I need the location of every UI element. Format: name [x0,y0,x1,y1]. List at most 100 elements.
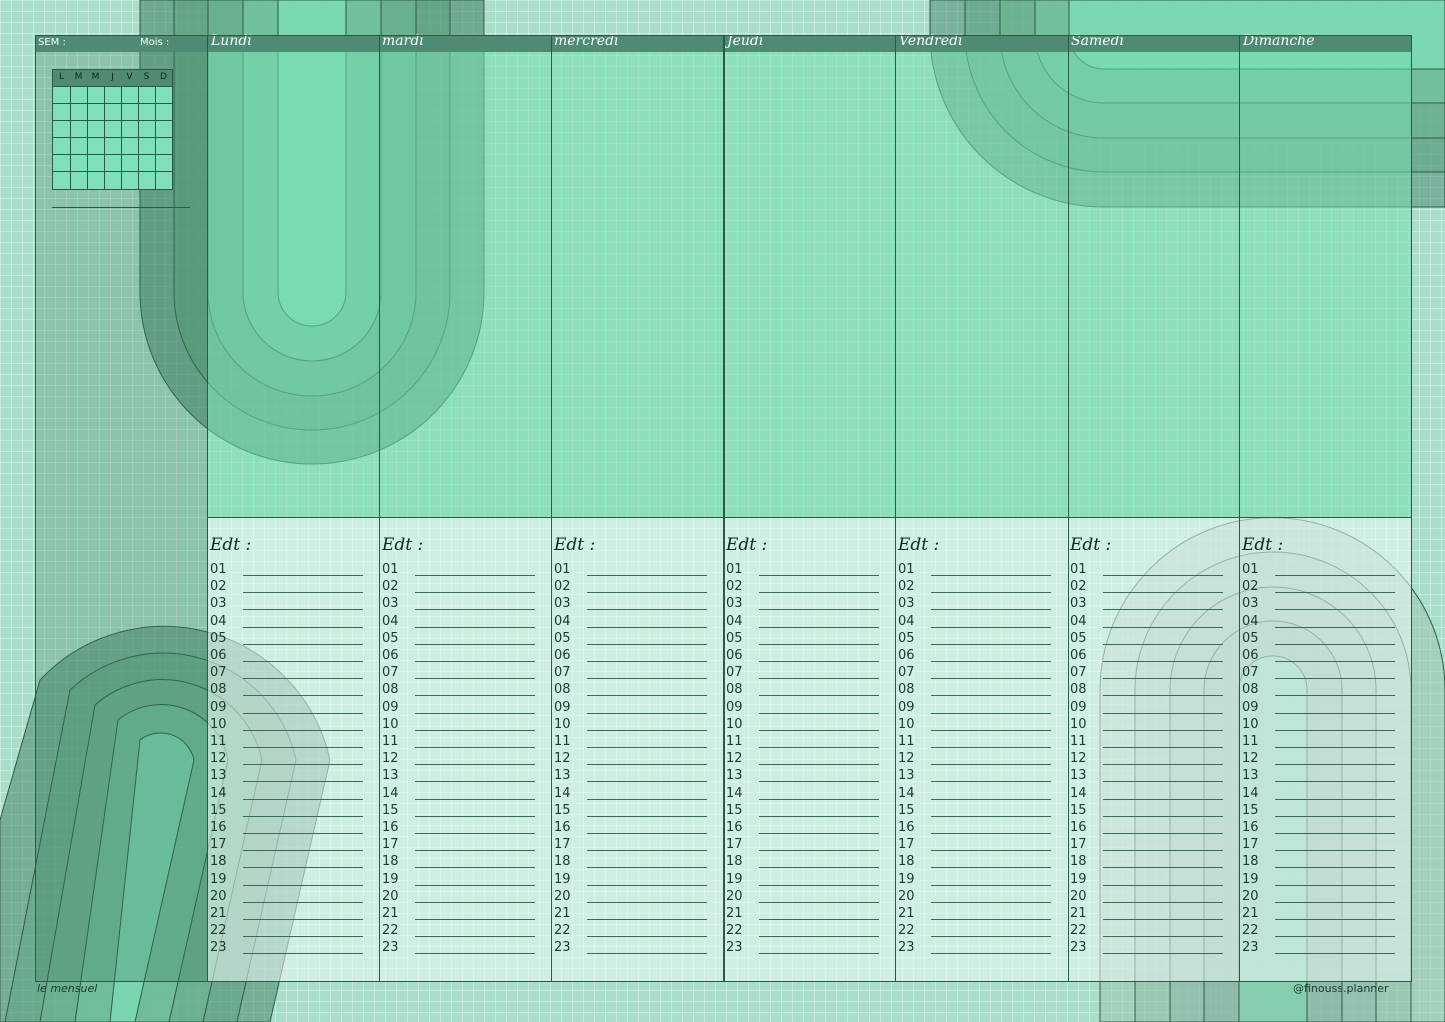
hour-row[interactable]: 01 [210,562,365,579]
hour-row[interactable]: 05 [554,631,709,648]
hour-row[interactable]: 15 [898,803,1053,820]
hour-row[interactable]: 16 [1242,820,1397,837]
hour-row[interactable]: 21 [1242,906,1397,923]
hour-row[interactable]: 11 [1242,734,1397,751]
hour-row[interactable]: 23 [1242,940,1397,957]
hour-row[interactable]: 15 [554,803,709,820]
hour-row[interactable]: 15 [382,803,537,820]
hour-row[interactable]: 22 [898,923,1053,940]
hour-row[interactable]: 21 [554,906,709,923]
hour-row[interactable]: 12 [898,751,1053,768]
hour-row[interactable]: 06 [382,648,537,665]
hour-row[interactable]: 22 [210,923,365,940]
hour-row[interactable]: 18 [1070,854,1225,871]
hour-row[interactable]: 22 [1242,923,1397,940]
hour-row[interactable]: 06 [210,648,365,665]
hour-row[interactable]: 19 [382,872,537,889]
hour-row[interactable]: 23 [210,940,365,957]
hour-row[interactable]: 17 [898,837,1053,854]
hour-row[interactable]: 04 [1242,614,1397,631]
hour-row[interactable]: 05 [382,631,537,648]
hour-row[interactable]: 09 [1242,700,1397,717]
hour-row[interactable]: 17 [726,837,881,854]
hour-row[interactable]: 16 [210,820,365,837]
hour-row[interactable]: 12 [554,751,709,768]
hour-row[interactable]: 10 [898,717,1053,734]
hour-row[interactable]: 09 [382,700,537,717]
hour-row[interactable]: 16 [898,820,1053,837]
hour-row[interactable]: 07 [210,665,365,682]
hour-row[interactable]: 23 [726,940,881,957]
hour-row[interactable]: 17 [1070,837,1225,854]
hour-row[interactable]: 06 [1070,648,1225,665]
hour-row[interactable]: 23 [554,940,709,957]
hour-row[interactable]: 05 [210,631,365,648]
hour-row[interactable]: 20 [554,889,709,906]
hour-row[interactable]: 11 [1070,734,1225,751]
hour-row[interactable]: 18 [382,854,537,871]
hour-row[interactable]: 13 [210,768,365,785]
hour-row[interactable]: 12 [382,751,537,768]
hour-row[interactable]: 09 [210,700,365,717]
hour-row[interactable]: 13 [1070,768,1225,785]
hour-row[interactable]: 13 [382,768,537,785]
hour-row[interactable]: 06 [554,648,709,665]
hour-row[interactable]: 22 [1070,923,1225,940]
hour-row[interactable]: 02 [1242,579,1397,596]
hour-row[interactable]: 09 [726,700,881,717]
hour-row[interactable]: 08 [1242,682,1397,699]
hour-row[interactable]: 12 [210,751,365,768]
hour-row[interactable]: 22 [382,923,537,940]
hour-row[interactable]: 16 [554,820,709,837]
hour-row[interactable]: 03 [1242,596,1397,613]
hour-row[interactable]: 14 [1242,786,1397,803]
hour-row[interactable]: 02 [898,579,1053,596]
hour-row[interactable]: 04 [898,614,1053,631]
hour-row[interactable]: 04 [382,614,537,631]
hour-row[interactable]: 05 [726,631,881,648]
hour-row[interactable]: 01 [382,562,537,579]
hour-row[interactable]: 20 [1242,889,1397,906]
hour-row[interactable]: 04 [210,614,365,631]
hour-row[interactable]: 11 [554,734,709,751]
hour-row[interactable]: 10 [1070,717,1225,734]
hour-row[interactable]: 08 [898,682,1053,699]
hour-row[interactable]: 15 [1242,803,1397,820]
hour-row[interactable]: 05 [898,631,1053,648]
hour-row[interactable]: 18 [726,854,881,871]
hour-row[interactable]: 08 [1070,682,1225,699]
hour-row[interactable]: 03 [726,596,881,613]
hour-row[interactable]: 19 [726,872,881,889]
hour-row[interactable]: 13 [1242,768,1397,785]
hour-row[interactable]: 07 [726,665,881,682]
hour-row[interactable]: 14 [726,786,881,803]
hour-row[interactable]: 21 [726,906,881,923]
hour-row[interactable]: 11 [898,734,1053,751]
hour-row[interactable]: 11 [382,734,537,751]
hour-row[interactable]: 08 [382,682,537,699]
hour-row[interactable]: 20 [382,889,537,906]
hour-row[interactable]: 23 [382,940,537,957]
hour-row[interactable]: 01 [1242,562,1397,579]
hour-row[interactable]: 04 [726,614,881,631]
hour-row[interactable]: 13 [554,768,709,785]
hour-row[interactable]: 21 [898,906,1053,923]
hour-row[interactable]: 07 [1070,665,1225,682]
hour-row[interactable]: 07 [554,665,709,682]
hour-row[interactable]: 02 [382,579,537,596]
hour-row[interactable]: 15 [1070,803,1225,820]
hour-row[interactable]: 10 [554,717,709,734]
hour-row[interactable]: 17 [1242,837,1397,854]
hour-row[interactable]: 08 [554,682,709,699]
hour-row[interactable]: 12 [1242,751,1397,768]
hour-row[interactable]: 17 [382,837,537,854]
hour-row[interactable]: 01 [1070,562,1225,579]
hour-row[interactable]: 18 [898,854,1053,871]
hour-row[interactable]: 14 [1070,786,1225,803]
hour-row[interactable]: 13 [898,768,1053,785]
hour-row[interactable]: 02 [1070,579,1225,596]
hour-row[interactable]: 03 [382,596,537,613]
hour-row[interactable]: 01 [898,562,1053,579]
hour-row[interactable]: 13 [726,768,881,785]
hour-row[interactable]: 02 [726,579,881,596]
